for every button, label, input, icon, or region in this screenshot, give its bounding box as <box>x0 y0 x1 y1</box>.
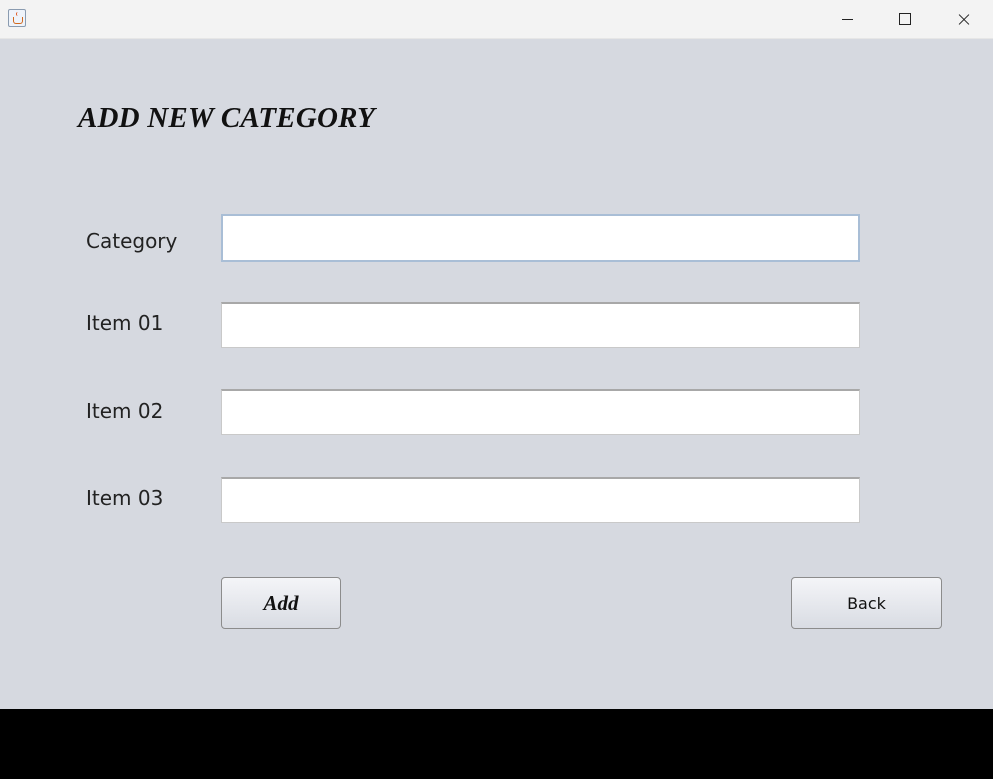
back-button[interactable]: Back <box>791 577 942 629</box>
java-cup-icon <box>8 9 26 27</box>
item-02-label: Item 02 <box>86 399 164 423</box>
taskbar-area <box>0 709 993 779</box>
minimize-button[interactable] <box>818 0 876 38</box>
item-01-label: Item 01 <box>86 311 164 335</box>
minimize-icon <box>841 18 853 20</box>
category-label: Category <box>86 229 178 253</box>
item-02-input[interactable] <box>221 389 860 435</box>
app-window: ADD NEW CATEGORY Category Item 01 Item 0… <box>0 0 993 709</box>
category-input[interactable] <box>221 214 860 262</box>
add-button[interactable]: Add <box>221 577 341 629</box>
maximize-button[interactable] <box>876 0 934 38</box>
page-title: ADD NEW CATEGORY <box>78 102 376 134</box>
close-icon <box>957 12 971 26</box>
item-03-input[interactable] <box>221 477 860 523</box>
item-01-input[interactable] <box>221 302 860 348</box>
item-03-label: Item 03 <box>86 486 164 510</box>
title-bar[interactable] <box>0 0 993 39</box>
close-button[interactable] <box>935 0 993 38</box>
maximize-icon <box>899 13 911 25</box>
